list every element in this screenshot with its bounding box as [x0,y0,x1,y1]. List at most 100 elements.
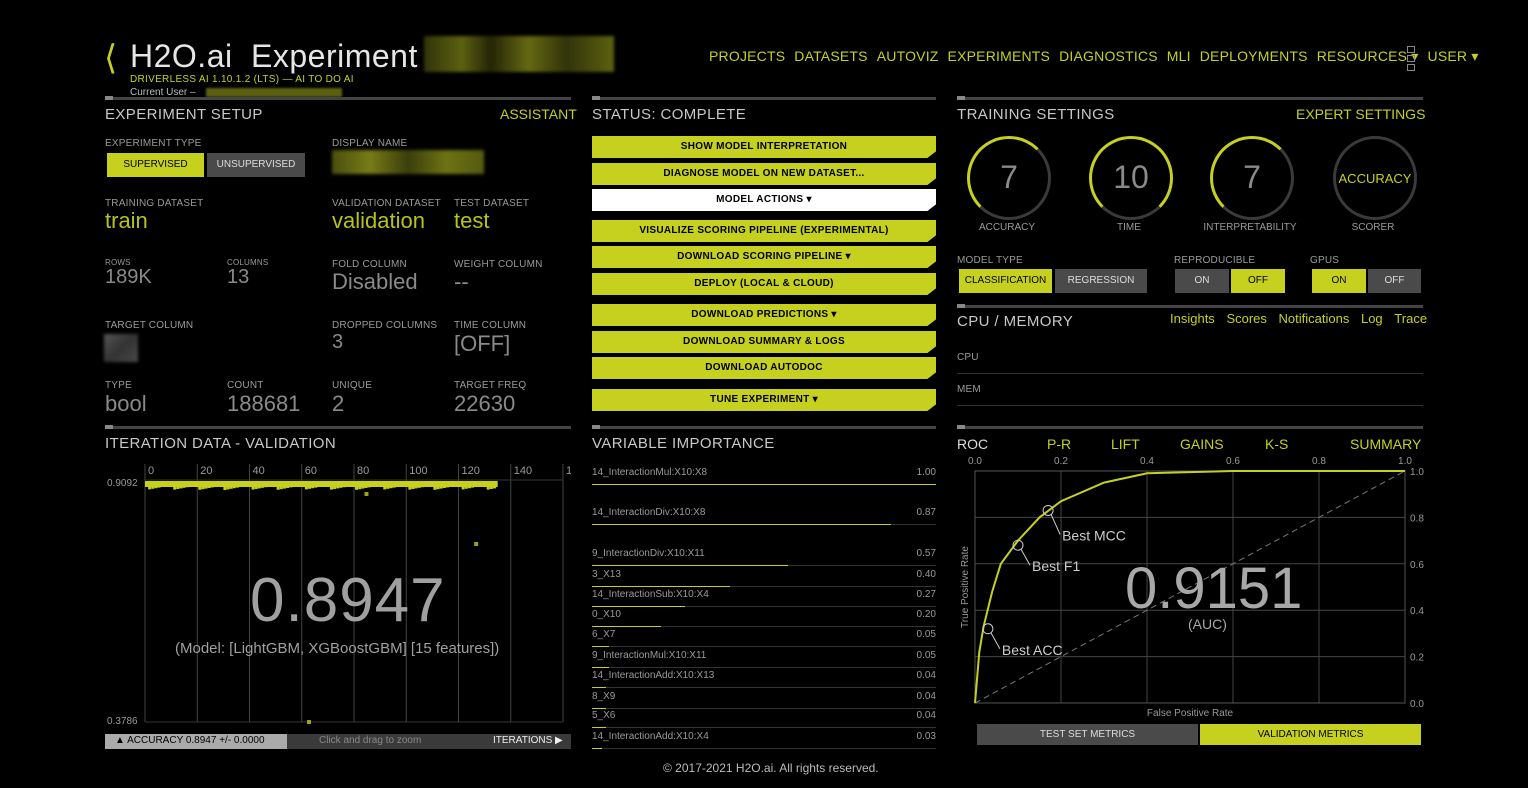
auc-label: (AUC) [1188,616,1227,632]
fold-column-value[interactable]: Disabled [332,269,418,295]
accuracy-score-text[interactable]: ▲ ACCURACY 0.8947 +/- 0.0000 [115,735,265,746]
nav-resources[interactable]: RESOURCES ▾ [1317,48,1419,64]
status-title: STATUS: COMPLETE [592,106,747,123]
dropped-columns-value[interactable]: 3 [332,331,343,354]
visualize-scoring-pipeline-button[interactable]: VISUALIZE SCORING PIPELINE (EXPERIMENTAL… [592,220,936,242]
annotation-leader [1020,548,1031,566]
assistant-link[interactable]: ASSISTANT [500,106,577,122]
time-dial[interactable]: 10 [1089,136,1173,220]
x-tick-label: 0.0 [968,456,982,467]
expert-settings-link[interactable]: EXPERT SETTINGS [1296,106,1425,122]
nav-datasets[interactable]: DATASETS [794,48,867,64]
varimp-row[interactable]: 6_X7 0.05 [592,627,936,647]
tab-notifications[interactable]: Notifications [1279,311,1350,326]
varimp-row[interactable]: 9_InteractionMul:X10:X11 0.05 [592,648,936,668]
iterations-toggle[interactable]: ITERATIONS ▶ [493,735,563,746]
mem-line [957,405,1423,406]
varimp-bar [592,646,610,647]
classification-toggle[interactable]: CLASSIFICATION [959,269,1052,293]
nav-user[interactable]: USER ▾ [1428,48,1479,64]
divider [957,425,1423,429]
varimp-name: 14_InteractionAdd:X10:X13 [592,670,715,681]
varimp-name: 9_InteractionDiv:X10:X11 [592,548,705,559]
download-summary-logs-button[interactable]: DOWNLOAD SUMMARY & LOGS [592,331,936,353]
varimp-row[interactable]: 9_InteractionDiv:X10:X11 0.57 [592,546,936,566]
gpus-off[interactable]: OFF [1368,269,1421,293]
model-type-label: MODEL TYPE [957,255,1023,266]
varimp-row[interactable]: 14_InteractionMul:X10:X8 1.00 [592,465,936,485]
nav-experiments[interactable]: EXPERIMENTS [948,48,1051,64]
training-dataset-value[interactable]: train [105,208,148,234]
tab-gains[interactable]: GAINS [1180,436,1224,452]
target-column-redacted[interactable] [104,334,138,362]
variable-importance-title: VARIABLE IMPORTANCE [592,435,775,452]
model-actions-button[interactable]: MODEL ACTIONS ▾ [592,189,936,211]
download-predictions-button[interactable]: DOWNLOAD PREDICTIONS ▾ [592,304,936,326]
varimp-bar [592,687,606,688]
interpretability-dial-label: INTERPRETABILITY [1203,222,1297,233]
supervised-toggle[interactable]: SUPERVISED [107,153,204,177]
regression-toggle[interactable]: REGRESSION [1055,269,1147,293]
varimp-row[interactable]: 5_X6 0.04 [592,708,936,728]
varimp-row[interactable]: 14_InteractionAdd:X10:X13 0.04 [592,668,936,688]
diagnose-model-button[interactable]: DIAGNOSE MODEL ON NEW DATASET... [592,163,936,185]
tab-summary[interactable]: SUMMARY [1350,436,1421,452]
brand-logo[interactable]: H2O.ai [130,38,233,75]
tab-pr[interactable]: P-R [1047,436,1071,452]
tab-log[interactable]: Log [1361,311,1383,326]
weight-column-value[interactable]: -- [454,269,469,295]
tab-lift[interactable]: LIFT [1111,436,1140,452]
dropped-columns-label: DROPPED COLUMNS [332,320,438,331]
validation-metrics-button[interactable]: VALIDATION METRICS [1200,724,1421,745]
nav-mli[interactable]: MLI [1167,48,1191,64]
unsupervised-toggle[interactable]: UNSUPERVISED [207,153,305,177]
download-scoring-pipeline-button[interactable]: DOWNLOAD SCORING PIPELINE ▾ [592,246,936,268]
nav-autoviz[interactable]: AUTOVIZ [877,48,939,64]
nav-projects[interactable]: PROJECTS [709,48,785,64]
tab-roc[interactable]: ROC [957,436,988,452]
zoom-hint: Click and drag to zoom [319,735,422,746]
grid-menu-icon[interactable] [1407,46,1415,71]
varimp-row[interactable]: 14_InteractionAdd:X10:X4 0.03 [592,729,936,749]
test-dataset-value[interactable]: test [454,208,489,234]
tab-ks[interactable]: K-S [1265,436,1288,452]
display-name-redacted[interactable] [332,150,484,174]
interpretability-dial[interactable]: 7 [1210,136,1294,220]
varimp-row[interactable]: 3_X13 0.40 [592,567,936,587]
deploy-button[interactable]: DEPLOY (LOCAL & CLOUD) [592,273,936,295]
varimp-bar [592,565,789,566]
varimp-name: 14_InteractionDiv:X10:X8 [592,507,706,518]
time-column-value[interactable]: [OFF] [454,331,510,357]
download-autodoc-button[interactable]: DOWNLOAD AUTODOC [592,357,936,379]
varimp-row[interactable]: 0_X10 0.20 [592,607,936,627]
varimp-value: 0.20 [916,609,936,620]
gpus-label: GPUS [1310,255,1340,266]
x-tick-label: 160 [566,465,571,477]
iteration-data-title: ITERATION DATA - VALIDATION [105,435,337,452]
scorer-dial-label: SCORER [1351,222,1395,233]
varimp-row[interactable]: 8_X9 0.04 [592,689,936,709]
validation-dataset-value[interactable]: validation [332,208,425,234]
reproducible-on[interactable]: ON [1175,269,1229,293]
nav-deployments[interactable]: DEPLOYMENTS [1200,48,1308,64]
scorer-dial[interactable]: ACCURACY [1333,136,1417,220]
gpus-on[interactable]: ON [1312,269,1366,293]
experiment-type-label: EXPERIMENT TYPE [105,138,202,149]
show-model-interpretation-button[interactable]: SHOW MODEL INTERPRETATION [592,136,936,158]
data-point [276,486,280,490]
tab-insights[interactable]: Insights [1170,311,1215,326]
tune-experiment-button[interactable]: TUNE EXPERIMENT ▾ [592,389,936,411]
tab-trace[interactable]: Trace [1394,311,1427,326]
varimp-row[interactable]: 14_InteractionSub:X10:X4 0.27 [592,587,936,607]
x-axis-label: False Positive Rate [1147,708,1234,719]
tab-scores[interactable]: Scores [1226,311,1266,326]
nav-diagnostics[interactable]: DIAGNOSTICS [1059,48,1158,64]
back-chevron-icon[interactable]: ⟨ [104,38,117,78]
accuracy-dial[interactable]: 7 [967,136,1051,220]
reproducible-off[interactable]: OFF [1231,269,1285,293]
varimp-name: 9_InteractionMul:X10:X11 [592,650,707,661]
time-dial-label: TIME [1117,222,1141,233]
varimp-row[interactable]: 14_InteractionDiv:X10:X8 0.87 [592,505,936,525]
varimp-name: 14_InteractionAdd:X10:X4 [592,731,709,742]
test-set-metrics-button[interactable]: TEST SET METRICS [977,724,1198,745]
